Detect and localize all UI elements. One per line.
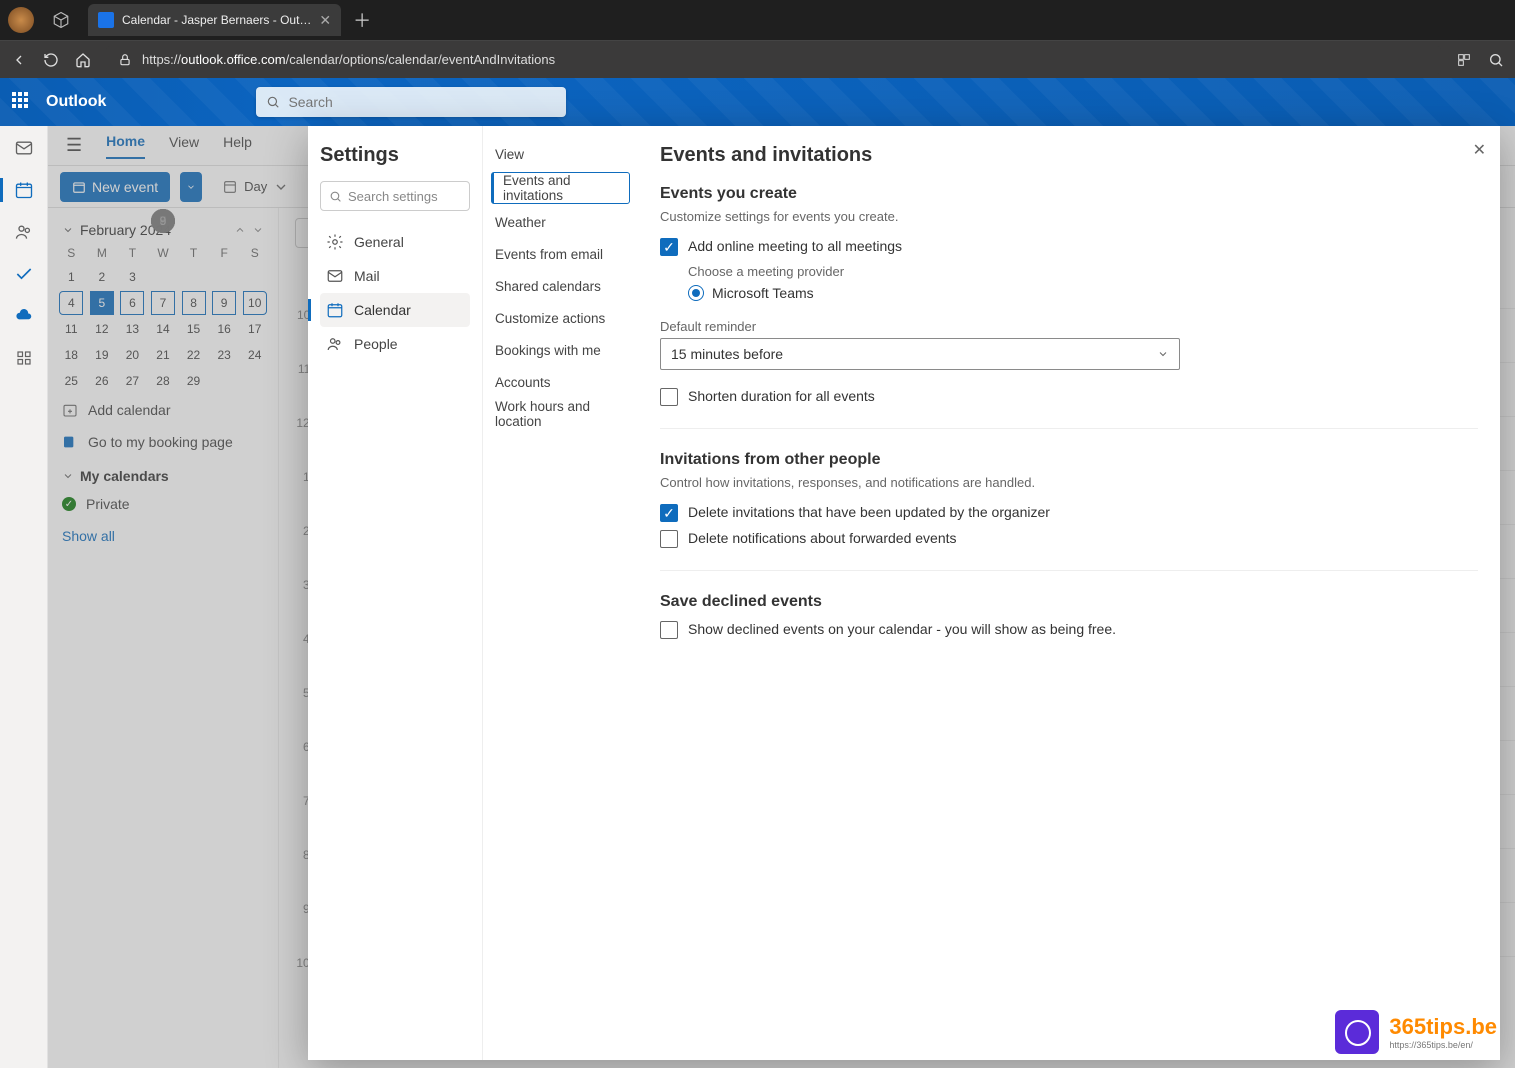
option-label: Delete notifications about forwarded eve… — [688, 530, 957, 546]
global-search[interactable] — [256, 87, 566, 117]
browser-toolbar: https://outlook.office.com/calendar/opti… — [0, 40, 1515, 78]
gear-icon — [326, 233, 344, 251]
nav-label: Mail — [354, 268, 380, 284]
subnav-events-from-email[interactable]: Events from email — [483, 238, 638, 270]
section-header-events-create: Events you create — [660, 185, 1478, 203]
settings-search[interactable]: Search settings — [320, 181, 470, 211]
settings-dialog: Settings Search settings General Mail Ca… — [308, 126, 1500, 1060]
settings-nav-general[interactable]: General — [320, 225, 470, 259]
default-reminder-select[interactable]: 15 minutes before — [660, 338, 1180, 370]
settings-title: Settings — [320, 144, 470, 167]
checkbox-unchecked-icon[interactable] — [660, 530, 678, 548]
search-icon — [266, 95, 280, 109]
close-tab-icon[interactable]: ✕ — [319, 12, 331, 29]
section-subtitle: Control how invitations, responses, and … — [660, 475, 1478, 490]
settings-nav-mail[interactable]: Mail — [320, 259, 470, 293]
option-delete-updated[interactable]: ✓ Delete invitations that have been upda… — [660, 504, 1478, 522]
left-rail — [0, 126, 48, 1068]
browser-tab-strip: Calendar - Jasper Bernaers - Out… ✕ ＋ — [0, 0, 1515, 40]
app-header: Outlook — [0, 78, 1515, 126]
outlook-favicon — [98, 12, 114, 28]
subnav-view[interactable]: View — [483, 138, 638, 170]
todo-rail-icon[interactable] — [12, 262, 36, 286]
checkbox-checked-icon[interactable]: ✓ — [660, 504, 678, 522]
watermark-brand: 365tips.be — [1389, 1014, 1497, 1039]
onedrive-rail-icon[interactable] — [12, 304, 36, 328]
subnav-bookings[interactable]: Bookings with me — [483, 334, 638, 366]
url-text: https://outlook.office.com/calendar/opti… — [142, 52, 555, 67]
dialog-close-button[interactable]: ✕ — [1473, 140, 1486, 160]
provider-label: Choose a meeting provider — [688, 264, 1478, 279]
settings-nav-secondary: View Events and invitations Weather Even… — [483, 126, 638, 1060]
home-icon[interactable] — [74, 51, 92, 69]
subnav-work-hours[interactable]: Work hours and location — [483, 398, 638, 430]
refresh-icon[interactable] — [42, 51, 60, 69]
settings-nav-people[interactable]: People — [320, 327, 470, 361]
section-header-invitations: Invitations from other people — [660, 451, 1478, 469]
option-delete-forwarded[interactable]: Delete notifications about forwarded eve… — [660, 530, 1478, 548]
radio-selected-icon[interactable] — [688, 285, 704, 301]
divider — [660, 428, 1478, 429]
option-shorten-duration[interactable]: Shorten duration for all events — [660, 388, 1478, 406]
subnav-customize-actions[interactable]: Customize actions — [483, 302, 638, 334]
nav-label: General — [354, 234, 404, 250]
option-label: Add online meeting to all meetings — [688, 238, 902, 254]
section-subtitle: Customize settings for events you create… — [660, 209, 1478, 224]
watermark: 365tips.be https://365tips.be/en/ — [1335, 1010, 1497, 1054]
settings-search-placeholder: Search settings — [348, 189, 438, 204]
profile-avatar[interactable] — [8, 7, 34, 33]
option-label: Delete invitations that have been update… — [688, 504, 1050, 520]
subnav-events-invitations[interactable]: Events and invitations — [491, 172, 630, 204]
nav-label: People — [354, 336, 398, 352]
extensions-icon[interactable] — [1455, 51, 1473, 69]
subnav-weather[interactable]: Weather — [483, 206, 638, 238]
provider-value: Microsoft Teams — [712, 285, 814, 301]
workspaces-icon[interactable] — [48, 7, 74, 33]
option-label: Show declined events on your calendar - … — [688, 621, 1116, 637]
more-apps-rail-icon[interactable] — [12, 346, 36, 370]
mail-icon — [326, 267, 344, 285]
select-value: 15 minutes before — [671, 346, 783, 362]
subnav-accounts[interactable]: Accounts — [483, 366, 638, 398]
search-input[interactable] — [288, 94, 556, 110]
calendar-rail-icon[interactable] — [12, 178, 36, 202]
settings-nav-calendar[interactable]: Calendar — [320, 293, 470, 327]
mail-rail-icon[interactable] — [12, 136, 36, 160]
provider-group: Choose a meeting provider Microsoft Team… — [688, 264, 1478, 301]
settings-content: ✕ Events and invitations Events you crea… — [638, 126, 1500, 1060]
panel-title: Events and invitations — [660, 144, 1478, 167]
app-viewport: Outlook ☰ Home View Help New event — [0, 78, 1515, 1068]
section-header-declined: Save declined events — [660, 593, 1478, 611]
divider — [660, 570, 1478, 571]
reminder-label: Default reminder — [660, 319, 1478, 334]
app-launcher-icon[interactable] — [12, 92, 32, 112]
new-tab-button[interactable]: ＋ — [353, 7, 371, 33]
address-bar[interactable]: https://outlook.office.com/calendar/opti… — [106, 46, 1441, 74]
people-rail-icon[interactable] — [12, 220, 36, 244]
checkbox-unchecked-icon[interactable] — [660, 621, 678, 639]
option-show-declined[interactable]: Show declined events on your calendar - … — [660, 621, 1478, 639]
checkbox-checked-icon[interactable]: ✓ — [660, 238, 678, 256]
settings-nav-primary: Settings Search settings General Mail Ca… — [308, 126, 483, 1060]
subnav-shared-calendars[interactable]: Shared calendars — [483, 270, 638, 302]
watermark-badge-icon — [1335, 1010, 1379, 1054]
tab-title: Calendar - Jasper Bernaers - Out… — [122, 13, 311, 27]
calendar-icon — [326, 301, 344, 319]
option-label: Shorten duration for all events — [688, 388, 875, 404]
option-online-meeting[interactable]: ✓ Add online meeting to all meetings — [660, 238, 1478, 256]
lock-icon — [116, 51, 134, 69]
people-icon — [326, 335, 344, 353]
browser-tab[interactable]: Calendar - Jasper Bernaers - Out… ✕ — [88, 4, 341, 36]
zoom-icon[interactable] — [1487, 51, 1505, 69]
nav-label: Calendar — [354, 302, 411, 318]
search-icon — [329, 190, 342, 203]
chevron-down-icon — [1157, 348, 1169, 360]
provider-radio-teams[interactable]: Microsoft Teams — [688, 285, 1478, 301]
back-icon[interactable] — [10, 51, 28, 69]
watermark-url: https://365tips.be/en/ — [1389, 1040, 1497, 1050]
app-name: Outlook — [46, 93, 106, 111]
checkbox-unchecked-icon[interactable] — [660, 388, 678, 406]
